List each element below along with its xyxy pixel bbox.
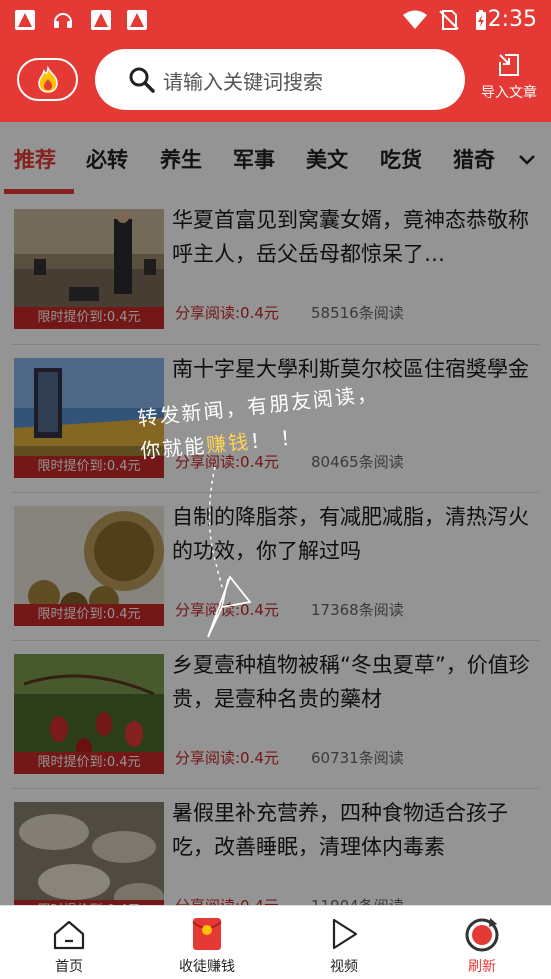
nav-refresh-label: 刷新 <box>468 959 496 975</box>
search-icon <box>129 67 155 93</box>
nav-refresh[interactable]: 刷新 <box>427 906 537 979</box>
play-icon <box>332 918 358 950</box>
guide-overlay[interactable]: 转发新闻，有朋友阅读， 你就能赚钱！ ！ <box>0 122 551 905</box>
no-sim-icon <box>439 10 459 30</box>
import-icon <box>499 54 519 76</box>
nav-recruit[interactable]: 收徒赚钱 <box>152 906 262 979</box>
import-article-label: 导入文章 <box>481 85 537 101</box>
app-header: 请输入关键词搜索 导入文章 <box>0 42 551 122</box>
share-promo: 转发新闻，有朋友阅读， 你就能赚钱！ ！ <box>0 122 551 905</box>
import-article-button[interactable]: 导入文章 <box>474 52 544 108</box>
notification-app-icon <box>127 10 147 30</box>
search-input[interactable]: 请输入关键词搜索 <box>95 49 465 110</box>
notification-app-icon <box>15 10 35 30</box>
clock: 2:35 <box>487 7 537 32</box>
flame-icon <box>37 65 58 93</box>
home-icon <box>53 920 85 950</box>
status-bar: 2:35 <box>0 0 551 42</box>
headset-icon <box>54 13 72 28</box>
notification-app-icon <box>91 10 111 30</box>
paper-plane-icon <box>207 466 252 638</box>
bottom-navigation: 首页 收徒赚钱 视频 刷新 <box>0 905 551 979</box>
nav-recruit-label: 收徒赚钱 <box>179 959 235 975</box>
nav-video[interactable]: 视频 <box>289 906 399 979</box>
red-envelope-icon <box>192 918 222 950</box>
search-placeholder: 请输入关键词搜索 <box>163 70 323 94</box>
app-logo-button[interactable] <box>17 58 78 101</box>
refresh-icon <box>465 918 499 952</box>
nav-home-label: 首页 <box>55 959 83 975</box>
wifi-icon <box>403 10 427 29</box>
nav-home[interactable]: 首页 <box>14 906 124 979</box>
nav-video-label: 视频 <box>330 959 358 975</box>
